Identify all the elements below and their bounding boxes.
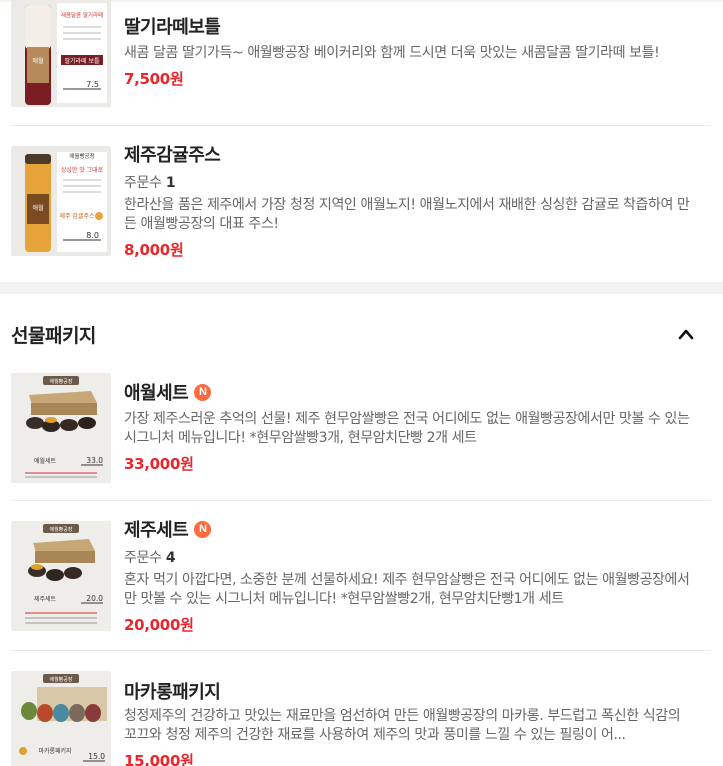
svg-text:애월빵공장: 애월빵공장 bbox=[49, 526, 72, 533]
item-name: 딸기라떼보틀 bbox=[124, 17, 221, 38]
svg-text:애월빵공장: 애월빵공장 bbox=[49, 676, 72, 683]
product-image-label: 애월세트 bbox=[34, 457, 57, 465]
item-price: 20,000원 bbox=[124, 616, 194, 634]
order-count-value: 4 bbox=[165, 550, 176, 566]
svg-text:애월빵공장: 애월빵공장 bbox=[69, 152, 94, 160]
menu-item-aewol-set[interactable]: 애월빵공장 애월세트 33.0 애월세트 N 가장 제주스러운 추억의 선물! … bbox=[0, 362, 713, 500]
order-count: 주문수 1 bbox=[124, 172, 691, 192]
section-separator bbox=[0, 282, 723, 294]
svg-text:애월빵공장: 애월빵공장 bbox=[49, 378, 72, 385]
order-count: 주문수 4 bbox=[124, 547, 691, 567]
new-badge-icon: N bbox=[194, 520, 212, 538]
item-name: 제주세트 bbox=[124, 520, 189, 541]
product-image: 애월빵공장 애월세트 33.0 bbox=[11, 373, 111, 483]
section-title: 선물패키지 bbox=[11, 325, 96, 347]
item-description: 혼자 먹기 아깝다면, 소중한 분께 선물하세요! 제주 현무암살빵은 전국 어… bbox=[124, 572, 690, 607]
svg-text:애월: 애월 bbox=[32, 204, 43, 212]
product-image-label: 제주세트 bbox=[34, 595, 57, 603]
chevron-up-icon[interactable] bbox=[678, 326, 694, 340]
order-count-label: 주문수 bbox=[124, 550, 162, 566]
menu-item-jeju-set[interactable]: 애월빵공장 제주세트 20.0 제주세트 N 주문수 4 혼자 먹기 아깝다면,… bbox=[0, 501, 713, 649]
product-image: 애월 애월빵공장 싱싱한 맛 그대로 제주 감귤주스 8.0 bbox=[11, 146, 111, 256]
product-image-price: 15.0 bbox=[88, 752, 105, 761]
item-price: 33,000원 bbox=[124, 455, 194, 473]
item-name: 마카롱패키지 bbox=[124, 682, 221, 703]
order-count-label: 주문수 bbox=[124, 175, 162, 191]
item-price: 15,000원 bbox=[124, 752, 194, 766]
product-image-label: 딸기라떼 보틀 bbox=[64, 57, 100, 65]
menu-item-strawberry-latte[interactable]: 애월 새콤달콤 딸기라떼 딸기라떼 보틀 7.5 딸기라떼보틀 새콤 달콤 딸기… bbox=[0, 0, 713, 125]
product-image: 애월빵공장 제주세트 20.0 bbox=[11, 521, 111, 631]
order-count-value: 1 bbox=[165, 175, 176, 191]
product-image: 애월빵공장 마카롱패키지 15.0 bbox=[11, 671, 111, 766]
menu-item-macaron-package[interactable]: 애월빵공장 마카롱패키지 15.0 마카롱패키지 청정제주의 건강하고 맛있는 … bbox=[0, 651, 713, 766]
item-description: 한라산을 품은 제주에서 가장 청정 지역인 애월노지! 애월노지에서 재배한 … bbox=[124, 197, 690, 232]
item-name: 제주감귤주스 bbox=[124, 145, 221, 166]
item-description: 새콤 달콤 딸기가득~ 애월빵공장 베이커리와 함께 드시면 더욱 맛있는 새콤… bbox=[124, 45, 660, 61]
svg-text:새콤달콤 딸기라떼: 새콤달콤 딸기라떼 bbox=[61, 11, 103, 19]
product-image-label: 마카롱패키지 bbox=[38, 747, 71, 755]
svg-text:싱싱한 맛 그대로: 싱싱한 맛 그대로 bbox=[61, 166, 104, 174]
product-image-price: 33.0 bbox=[86, 456, 103, 465]
new-badge-icon: N bbox=[194, 383, 212, 401]
svg-text:애월: 애월 bbox=[32, 57, 43, 65]
product-image-price: 7.5 bbox=[86, 80, 99, 89]
product-image-label: 제주 감귤주스 bbox=[59, 212, 95, 220]
item-price: 8,000원 bbox=[124, 241, 184, 259]
product-image: 애월 새콤달콤 딸기라떼 딸기라떼 보틀 7.5 bbox=[11, 0, 111, 107]
product-image-price: 20.0 bbox=[86, 594, 103, 603]
product-image-price: 8.0 bbox=[86, 231, 99, 240]
item-name: 애월세트 bbox=[124, 383, 189, 404]
item-description: 청정제주의 건강하고 맛있는 재료만을 엄선하여 만든 애월빵공장의 마카롱. … bbox=[124, 708, 681, 743]
menu-item-jeju-tangerine-juice[interactable]: 애월 애월빵공장 싱싱한 맛 그대로 제주 감귤주스 8.0 제주감귤주스 주문… bbox=[0, 126, 713, 281]
item-price: 7,500원 bbox=[124, 70, 184, 88]
item-description: 가장 제주스러운 추억의 선물! 제주 현무암쌀빵은 전국 어디에도 없는 애월… bbox=[124, 411, 690, 446]
